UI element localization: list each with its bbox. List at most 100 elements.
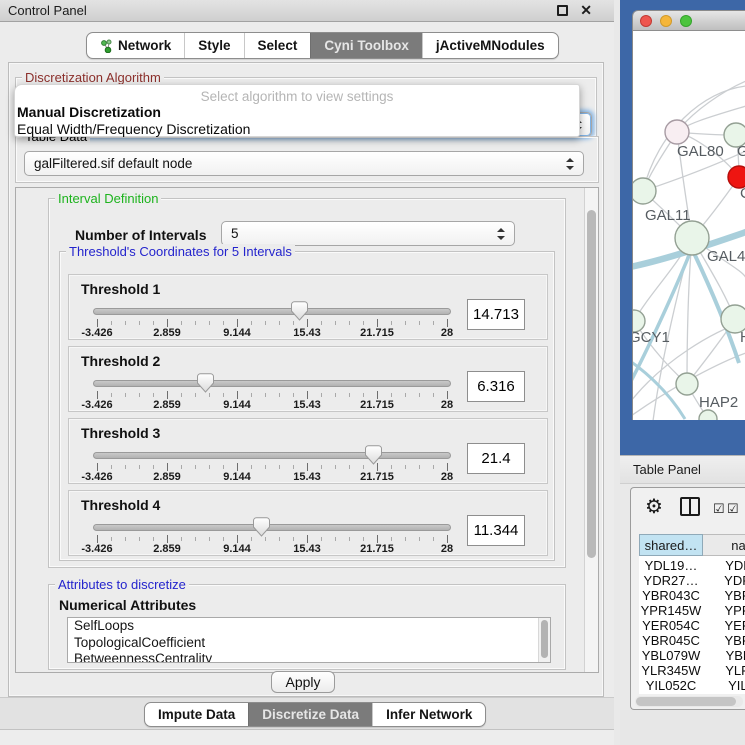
table-data-combobox[interactable]: galFiltered.sif default node	[24, 151, 584, 176]
settings-vertical-scrollbar[interactable]	[584, 188, 598, 672]
checkbox-icon[interactable]: ☑	[727, 501, 739, 517]
slider-tick	[363, 321, 364, 325]
tab-jactivemnodules[interactable]: jActiveMNodules	[422, 33, 558, 58]
slider-tick	[251, 465, 252, 469]
tab-discretize-data[interactable]: Discretize Data	[248, 703, 372, 726]
slider-tick	[419, 465, 420, 469]
table-row[interactable]: YDR27…YDR2…	[639, 573, 745, 588]
slider-tick	[209, 321, 210, 325]
table-horizontal-scrollbar[interactable]	[635, 696, 743, 707]
column-header-shared-name[interactable]: shared…	[639, 534, 703, 556]
table-cell-name[interactable]: YIL0…	[703, 678, 745, 690]
column-header-name[interactable]: name	[703, 534, 745, 556]
slider-scale-label: 15.43	[293, 327, 321, 339]
table-cell-shared-name[interactable]: YBR043C	[639, 588, 703, 603]
table-cell-shared-name[interactable]: YPR145W	[639, 603, 703, 618]
table-row[interactable]: YPR145WYPR1…	[639, 603, 745, 618]
threshold-slider-thumb[interactable]	[291, 301, 308, 321]
threshold-slider-track[interactable]	[93, 524, 451, 531]
network-window-titlebar	[633, 11, 745, 31]
threshold-slider-track[interactable]	[93, 380, 451, 387]
table-cell-shared-name[interactable]: YBL079W	[639, 648, 703, 663]
table-cell-shared-name[interactable]: YLR345W	[639, 663, 703, 678]
threshold-value-field[interactable]: 14.713	[467, 299, 525, 330]
threshold-value-field[interactable]: 11.344	[467, 515, 525, 546]
table-cell-shared-name[interactable]: YIL052C	[639, 678, 703, 690]
close-traffic-light-icon[interactable]	[640, 15, 652, 27]
slider-tick	[279, 465, 280, 469]
table-cell-shared-name[interactable]: YDL19…	[639, 558, 703, 573]
tab-style[interactable]: Style	[184, 33, 243, 58]
minimize-traffic-light-icon[interactable]	[660, 15, 672, 27]
threshold-label: Threshold 2	[81, 353, 160, 369]
dropdown-option[interactable]: Manual Discretization	[15, 104, 579, 121]
table-cell-shared-name[interactable]: YDR27…	[639, 573, 703, 588]
slider-scale-label: 28	[441, 399, 453, 411]
network-node[interactable]	[633, 178, 656, 204]
zoom-traffic-light-icon[interactable]	[680, 15, 692, 27]
table-row[interactable]: YBR045CYBR0…	[639, 633, 745, 648]
threshold-value-field[interactable]: 21.4	[467, 443, 525, 474]
slider-tick	[237, 535, 238, 543]
attribute-list-item[interactable]: BetweennessCentrality	[68, 651, 550, 663]
table-row[interactable]: YLR345WYLR3…	[639, 663, 745, 678]
table-cell-name[interactable]: YER0…	[703, 618, 745, 633]
tab-impute-data[interactable]: Impute Data	[145, 703, 248, 726]
apply-button[interactable]: Apply	[271, 671, 335, 693]
threshold-value-field[interactable]: 6.316	[467, 371, 525, 402]
table-row[interactable]: YBL079WYBL0…	[639, 648, 745, 663]
dropdown-option[interactable]: Equal Width/Frequency Discretization	[15, 121, 579, 138]
table-cell-shared-name[interactable]: YBR045C	[639, 633, 703, 648]
tab-select[interactable]: Select	[244, 33, 311, 58]
network-node[interactable]	[675, 221, 709, 255]
slider-tick	[153, 321, 154, 325]
tab-network[interactable]: Network	[87, 33, 184, 58]
close-icon[interactable]: ✕	[580, 2, 592, 19]
threshold-slider-track[interactable]	[93, 308, 451, 315]
attribute-list-item[interactable]: SelfLoops	[68, 618, 550, 635]
tab-label: Style	[198, 38, 230, 53]
table-cell-name[interactable]: YLR3…	[703, 663, 745, 678]
number-of-intervals-combobox[interactable]: 5	[221, 221, 515, 246]
float-window-icon[interactable]	[557, 5, 568, 16]
table-cell-name[interactable]: YDL1…	[703, 558, 745, 573]
table-row[interactable]: YER054CYER0…	[639, 618, 745, 633]
threshold-slider-thumb[interactable]	[253, 517, 270, 537]
table-cell-name[interactable]: YBR0…	[703, 633, 745, 648]
tab-cyni-toolbox[interactable]: Cyni Toolbox	[310, 33, 422, 58]
slider-tick	[265, 465, 266, 469]
attributes-list-scrollbar[interactable]	[538, 618, 550, 662]
table-row[interactable]: YDL19…YDL1…	[639, 558, 745, 573]
network-canvas[interactable]: GAL80GACGAL11GAL4GCY1HHAP2	[633, 31, 745, 420]
network-node[interactable]	[699, 410, 717, 420]
slider-scale-label: 2.859	[153, 471, 181, 483]
numerical-attributes-list[interactable]: SelfLoopsTopologicalCoefficientBetweenne…	[67, 617, 551, 663]
table-row[interactable]: YIL052CYIL0…	[639, 678, 745, 690]
threshold-slider-track[interactable]	[93, 452, 451, 459]
tab-infer-network[interactable]: Infer Network	[372, 703, 485, 726]
slider-tick	[209, 465, 210, 469]
attribute-list-item[interactable]: TopologicalCoefficient	[68, 635, 550, 652]
slider-tick	[377, 535, 378, 543]
threshold-slider-thumb[interactable]	[365, 445, 382, 465]
scrollbar-thumb[interactable]	[587, 210, 596, 558]
gear-icon[interactable]: ⚙	[645, 494, 663, 519]
checkbox-icon[interactable]: ☑	[713, 501, 725, 517]
table-cell-name[interactable]: YDR2…	[703, 573, 745, 588]
table-cell-shared-name[interactable]: YER054C	[639, 618, 703, 633]
table-row[interactable]: YBR043CYBR0…	[639, 588, 745, 603]
slider-scale-label: -3.426	[81, 399, 112, 411]
threshold-slider-thumb[interactable]	[197, 373, 214, 393]
slider-tick	[209, 537, 210, 541]
slider-tick	[293, 321, 294, 325]
slider-scale-label: -3.426	[81, 327, 112, 339]
slider-tick	[405, 321, 406, 325]
network-node[interactable]	[665, 120, 689, 144]
scrollbar-thumb[interactable]	[636, 697, 736, 706]
table-cell-name[interactable]: YBL0…	[703, 648, 745, 663]
network-node[interactable]	[676, 373, 698, 395]
table-cell-name[interactable]: YPR1…	[703, 603, 745, 618]
table-cell-name[interactable]: YBR0…	[703, 588, 745, 603]
split-column-icon[interactable]	[680, 497, 700, 516]
scrollbar-thumb[interactable]	[541, 620, 548, 658]
